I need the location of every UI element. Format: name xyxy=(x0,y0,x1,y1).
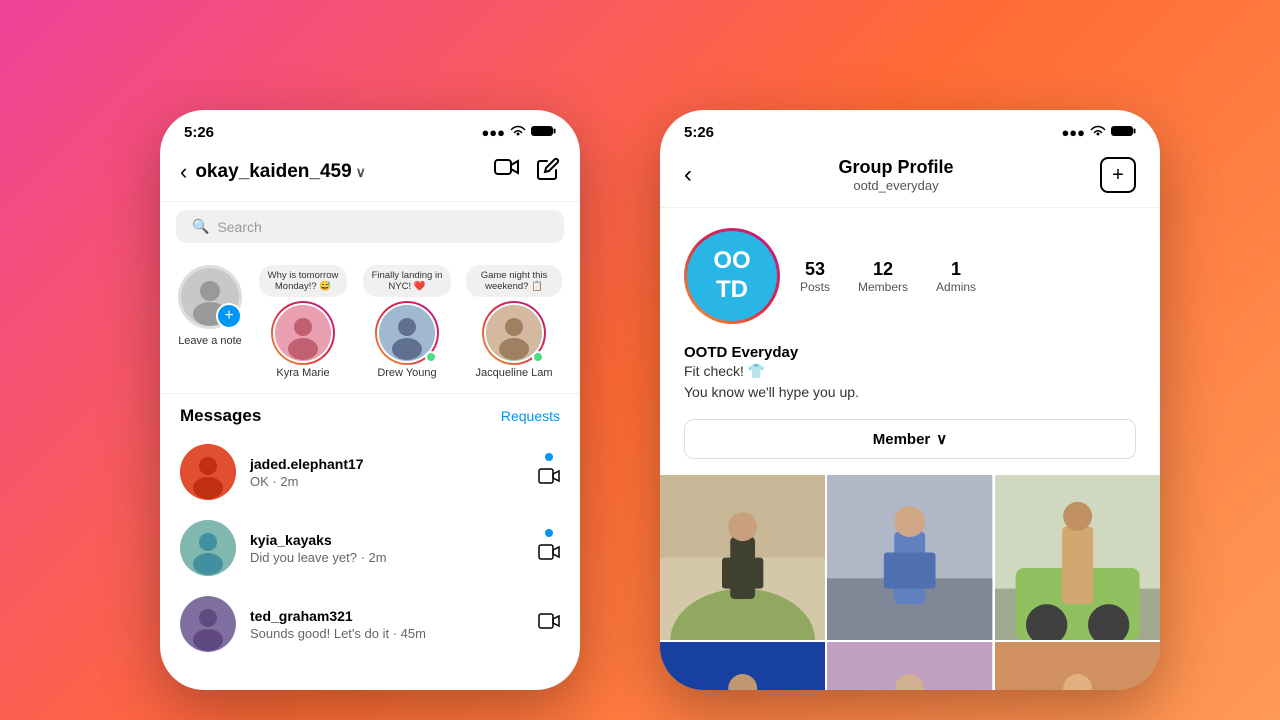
signal-icon: ●●● xyxy=(481,125,505,140)
message-right-ted xyxy=(538,612,560,636)
right-phone-header: ‹ Group Profile ootd_everyday + xyxy=(660,149,1160,208)
messages-header: Messages Requests xyxy=(160,394,580,434)
posts-count: 53 xyxy=(800,259,830,280)
message-right-kyia xyxy=(538,529,560,567)
group-profile-info: OOTD 53 Posts 12 Members 1 Admins xyxy=(660,208,1160,344)
wifi-icon xyxy=(510,125,526,140)
avatar-kyia xyxy=(180,520,236,576)
status-bar-right: 5:26 ●●● xyxy=(660,110,1160,149)
online-indicator-drew xyxy=(425,351,437,363)
wifi-icon-right xyxy=(1090,125,1106,140)
drew-note: Finally landing in NYC! ❤️ xyxy=(363,265,451,297)
kyra-note: Why is tomorrow Monday!? 😅 xyxy=(259,265,347,297)
requests-button[interactable]: Requests xyxy=(501,408,560,424)
group-avatar-wrapper[interactable]: OOTD xyxy=(684,228,780,324)
preview-jaded: OK · 2m xyxy=(250,474,524,489)
group-stats: 53 Posts 12 Members 1 Admins xyxy=(800,259,976,294)
preview-ted: Sounds good! Let's do it · 45m xyxy=(250,626,524,641)
group-name: OOTD Everyday xyxy=(684,344,1136,361)
dropdown-chevron[interactable]: ∨ xyxy=(356,164,366,181)
message-content-kyia: kyia_kayaks Did you leave yet? · 2m xyxy=(250,532,524,565)
member-label: Member xyxy=(873,431,931,448)
message-content-jaded: jaded.elephant17 OK · 2m xyxy=(250,456,524,489)
stat-admins: 1 Admins xyxy=(936,259,976,294)
photo-cell-1[interactable] xyxy=(660,475,825,640)
members-label: Members xyxy=(858,280,908,294)
member-chevron: ∨ xyxy=(936,430,947,448)
group-profile-title: Group Profile xyxy=(838,157,953,178)
unread-indicator-kyia xyxy=(545,529,553,537)
left-phone-header: ‹ okay_kaiden_459 ∨ xyxy=(160,149,580,202)
group-avatar: OOTD xyxy=(687,231,777,321)
group-bio: OOTD Everyday Fit check! 👕 You know we'l… xyxy=(660,344,1160,419)
story-jacqueline[interactable]: Game night this weekend? 📋 Jacqueline La… xyxy=(466,265,562,379)
preview-kyia: Did you leave yet? · 2m xyxy=(250,550,524,565)
left-phone: 5:26 ●●● ‹ okay_kaiden_459 ∨ xyxy=(160,110,580,690)
camera-icon-kyia[interactable] xyxy=(538,543,560,567)
header-action-icons xyxy=(494,157,560,187)
photo-cell-2[interactable] xyxy=(827,475,992,640)
add-story-button[interactable]: + xyxy=(216,303,242,329)
camera-icon-jaded[interactable] xyxy=(538,467,560,491)
drew-label: Drew Young xyxy=(377,367,436,379)
story-drew[interactable]: Finally landing in NYC! ❤️ Drew Young xyxy=(362,265,452,379)
message-right-jaded xyxy=(538,453,560,491)
battery-icon xyxy=(531,125,556,140)
camera-icon-ted[interactable] xyxy=(538,612,560,636)
group-subtitle: ootd_everyday xyxy=(838,178,953,193)
search-bar[interactable]: 🔍 Search xyxy=(176,210,564,243)
story-kyra[interactable]: Why is tomorrow Monday!? 😅 Kyra Marie xyxy=(258,265,348,379)
kyra-label: Kyra Marie xyxy=(276,367,329,379)
photo-cell-6[interactable] xyxy=(995,642,1160,690)
group-description-line2: You know we'll hype you up. xyxy=(684,382,1136,403)
posts-label: Posts xyxy=(800,280,830,294)
time-left: 5:26 xyxy=(184,124,214,141)
username-jaded: jaded.elephant17 xyxy=(250,456,524,472)
member-button[interactable]: Member ∨ xyxy=(684,419,1136,459)
story-self[interactable]: + Leave a note xyxy=(176,265,244,379)
group-description-line1: Fit check! 👕 xyxy=(684,361,1136,382)
message-item-jaded[interactable]: jaded.elephant17 OK · 2m xyxy=(160,434,580,510)
signal-icon-right: ●●● xyxy=(1061,125,1085,140)
online-indicator-jacq xyxy=(532,351,544,363)
unread-indicator-jaded xyxy=(545,453,553,461)
message-content-ted: ted_graham321 Sounds good! Let's do it ·… xyxy=(250,608,524,641)
back-button-right[interactable]: ‹ xyxy=(684,161,692,189)
status-icons-left: ●●● xyxy=(481,125,556,140)
photo-grid xyxy=(660,475,1160,690)
battery-icon-right xyxy=(1111,125,1136,140)
avatar-jaded xyxy=(180,444,236,500)
admins-count: 1 xyxy=(936,259,976,280)
username-kyia: kyia_kayaks xyxy=(250,532,524,548)
right-phone: 5:26 ●●● ‹ Group Profile ootd_ever xyxy=(660,110,1160,690)
avatar-ted xyxy=(180,596,236,652)
search-magnifier-icon: 🔍 xyxy=(192,218,209,235)
header-title-area: ‹ okay_kaiden_459 ∨ xyxy=(180,159,366,185)
messages-title: Messages xyxy=(180,406,261,426)
add-to-group-button[interactable]: + xyxy=(1100,157,1136,193)
message-item-ted[interactable]: ted_graham321 Sounds good! Let's do it ·… xyxy=(160,586,580,662)
stat-posts: 53 Posts xyxy=(800,259,830,294)
jacq-label: Jacqueline Lam xyxy=(475,367,552,379)
username-ted: ted_graham321 xyxy=(250,608,524,624)
conversation-username[interactable]: okay_kaiden_459 xyxy=(195,161,351,183)
photo-cell-4[interactable] xyxy=(660,642,825,690)
status-icons-right: ●●● xyxy=(1061,125,1136,140)
video-call-icon[interactable] xyxy=(494,157,520,187)
photo-cell-3[interactable] xyxy=(995,475,1160,640)
members-count: 12 xyxy=(858,259,908,280)
message-item-kyia[interactable]: kyia_kayaks Did you leave yet? · 2m xyxy=(160,510,580,586)
search-placeholder: Search xyxy=(217,219,261,235)
jacq-note: Game night this weekend? 📋 xyxy=(466,265,562,297)
photo-cell-5[interactable] xyxy=(827,642,992,690)
time-right: 5:26 xyxy=(684,124,714,141)
header-center-right: Group Profile ootd_everyday xyxy=(838,157,953,193)
stories-row: + Leave a note Why is tomorrow Monday!? … xyxy=(160,251,580,394)
admins-label: Admins xyxy=(936,280,976,294)
leave-note-label: Leave a note xyxy=(178,335,242,347)
compose-icon[interactable] xyxy=(536,157,560,187)
stat-members: 12 Members xyxy=(858,259,908,294)
back-chevron-left[interactable]: ‹ xyxy=(180,159,187,185)
status-bar-left: 5:26 ●●● xyxy=(160,110,580,149)
